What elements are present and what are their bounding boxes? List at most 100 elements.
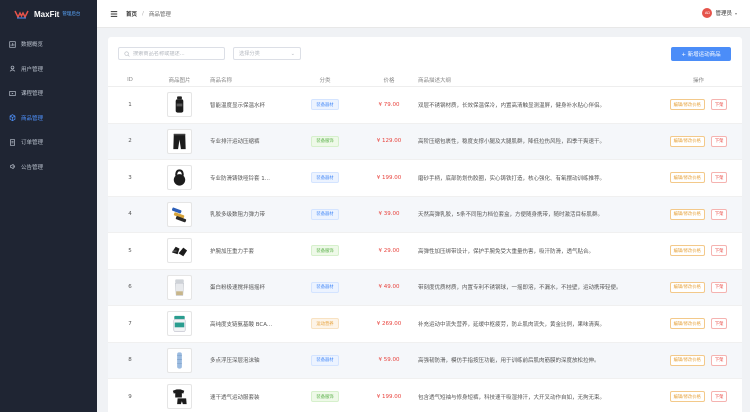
product-thumbnail xyxy=(167,274,192,300)
table-row: 3 专业防滑铸铁哑铃套 1... 装备器材 ¥ 199.00 磨砂手柄，底部防划… xyxy=(108,160,742,197)
sidebar-item-label: 数据概览 xyxy=(21,42,44,49)
category-tag: 装备器材 xyxy=(311,99,339,111)
search-box[interactable] xyxy=(118,47,225,60)
user-name: 管理员 xyxy=(715,11,732,17)
foam-roller-image xyxy=(177,352,182,369)
category-select[interactable]: 选择分类 ⌄ xyxy=(233,47,301,60)
breadcrumb-home[interactable]: 首页 xyxy=(126,10,137,18)
table-row: 1 智能温度显示保温水杯 装备器材 ¥ 79.00 双层不锈钢材质，长效保温保冷… xyxy=(108,87,742,124)
edit-price-button[interactable]: 编辑/修改价格 xyxy=(669,99,705,111)
row-id: 9 xyxy=(128,393,132,400)
product-name: 专业防滑铸铁哑铃套 1... xyxy=(210,175,270,182)
header-category: 分类 xyxy=(319,77,331,84)
edit-price-button[interactable]: 编辑/修改价格 xyxy=(669,135,705,147)
sport-apparel-image xyxy=(172,389,187,405)
take-down-button[interactable]: 下架 xyxy=(710,245,728,257)
search-input[interactable] xyxy=(133,50,219,57)
take-down-button[interactable]: 下架 xyxy=(710,208,728,220)
take-down-button[interactable]: 下架 xyxy=(710,135,728,147)
row-id: 8 xyxy=(128,357,132,364)
category-tag: 装备器材 xyxy=(311,208,339,220)
user-menu[interactable]: AD 管理员 ▾ xyxy=(702,8,737,18)
supplement-jar-image xyxy=(173,316,186,333)
edit-price-button[interactable]: 编辑/修改价格 xyxy=(669,208,705,220)
product-thumbnail xyxy=(167,347,192,373)
category-tag: 运动营养 xyxy=(311,318,339,330)
edit-price-button[interactable]: 编辑/修改价格 xyxy=(669,172,705,184)
app-subtitle: 管理后台 xyxy=(62,12,81,17)
edit-price-button[interactable]: 编辑/修改价格 xyxy=(669,354,705,366)
app-name: MaxFit xyxy=(34,9,60,19)
sidebar-item-products[interactable]: 商品管理 xyxy=(0,106,97,131)
header-price: 价格 xyxy=(383,77,395,84)
row-id: 2 xyxy=(128,138,132,145)
edit-price-button[interactable]: 编辑/修改价格 xyxy=(669,391,705,403)
product-price: ¥ 49.00 xyxy=(378,284,400,291)
product-price: ¥ 29.00 xyxy=(378,247,400,254)
category-select-placeholder: 选择分类 xyxy=(239,51,260,57)
dashboard-icon xyxy=(9,41,16,48)
sidebar-item-courses[interactable]: 课程管理 xyxy=(0,81,97,106)
product-name: 多点浮压深层泡沫轴 xyxy=(210,358,260,365)
water-bottle-image xyxy=(175,96,184,113)
chevron-down-icon: ⌄ xyxy=(290,50,295,57)
product-price: ¥ 59.00 xyxy=(378,357,400,364)
product-card: 选择分类 ⌄ + 新增运动商品 ID 商品图片 商品名称 分类 价格 商品描述大… xyxy=(108,37,742,412)
take-down-button[interactable]: 下架 xyxy=(710,172,728,184)
product-name: 高纯度支链氨基酸 BCA... xyxy=(210,321,273,328)
edit-price-button[interactable]: 编辑/修改价格 xyxy=(669,245,705,257)
notice-icon xyxy=(10,164,16,170)
product-description: 补充运动中流失营养，延缓中枢疲劳，防止肌肉流失，黄金比例，果味清爽。 xyxy=(418,321,606,328)
product-price: ¥ 199.00 xyxy=(376,393,402,400)
edit-price-button[interactable]: 编辑/修改价格 xyxy=(669,281,705,293)
order-icon xyxy=(10,139,15,146)
user-icon xyxy=(9,65,16,72)
table-row: 5 护腕加压重力手套 装备服饰 ¥ 29.00 高弹性加压绑带设计，保护手腕免受… xyxy=(108,233,742,270)
course-icon xyxy=(9,90,16,96)
sidebar-item-orders[interactable]: 订单管理 xyxy=(0,130,97,155)
row-id: 6 xyxy=(128,284,132,291)
edit-price-button[interactable]: 编辑/修改价格 xyxy=(669,318,705,330)
breadcrumb-separator: / xyxy=(142,10,144,17)
chevron-down-icon: ▾ xyxy=(734,10,737,16)
sidebar-item-notices[interactable]: 公告管理 xyxy=(0,155,97,180)
app-logo[interactable]: MaxFit 管理后台 xyxy=(0,0,97,28)
row-id: 4 xyxy=(128,211,132,218)
breadcrumb-current: 商品管理 xyxy=(148,11,171,18)
table-row: 8 多点浮压深层泡沫轴 装备器材 ¥ 59.00 高强韧防滑，模仿手指按压功能，… xyxy=(108,342,742,379)
menu-toggle-icon[interactable] xyxy=(110,10,118,18)
category-tag: 装备服饰 xyxy=(311,391,339,403)
sidebar-item-label: 商品管理 xyxy=(21,115,44,122)
sidebar-item-label: 公告管理 xyxy=(21,164,44,171)
shaker-cup-image xyxy=(174,279,185,296)
product-price: ¥ 129.00 xyxy=(376,138,402,145)
table-body: 1 智能温度显示保温水杯 装备器材 ¥ 79.00 双层不锈钢材质，长效保温保冷… xyxy=(108,87,742,412)
table-header: ID 商品图片 商品名称 分类 价格 商品描述大纲 操作 xyxy=(108,73,742,87)
take-down-button[interactable]: 下架 xyxy=(710,281,728,293)
sidebar-item-label: 用户管理 xyxy=(21,66,44,73)
logo-icon xyxy=(14,9,29,19)
row-id: 1 xyxy=(128,101,132,108)
product-price: ¥ 269.00 xyxy=(376,320,402,327)
product-price: ¥ 199.00 xyxy=(376,174,402,181)
header-actions: 操作 xyxy=(692,77,704,84)
sidebar-item-dashboard[interactable]: 数据概览 xyxy=(0,32,97,57)
product-thumbnail xyxy=(167,201,192,227)
sidebar-item-users[interactable]: 用户管理 xyxy=(0,57,97,82)
take-down-button[interactable]: 下架 xyxy=(710,391,728,403)
product-name: 蛋白粉极速搅拌摇摇杯 xyxy=(210,285,266,292)
compression-shorts-image xyxy=(173,133,186,149)
table-row: 2 专业排汗运动压缩裤 装备服饰 ¥ 129.00 高阶压缩包裹性，稳度支撑小腿… xyxy=(108,123,742,160)
take-down-button[interactable]: 下架 xyxy=(710,99,728,111)
table-row: 6 蛋白粉极速搅拌摇摇杯 装备器材 ¥ 49.00 带刻度优质材质，内置专利不锈… xyxy=(108,269,742,306)
table-row: 9 速干透气运动服套装 装备服饰 ¥ 199.00 包含透气短袖与修身短裤，科技… xyxy=(108,379,742,412)
add-product-button[interactable]: + 新增运动商品 xyxy=(671,47,731,61)
sidebar-item-label: 订单管理 xyxy=(21,140,44,147)
product-price: ¥ 39.00 xyxy=(378,211,400,218)
row-id: 3 xyxy=(128,174,132,181)
product-icon xyxy=(9,114,16,122)
category-tag: 装备服饰 xyxy=(311,135,339,147)
take-down-button[interactable]: 下架 xyxy=(710,318,728,330)
take-down-button[interactable]: 下架 xyxy=(710,354,728,366)
kettlebell-image xyxy=(173,169,186,186)
